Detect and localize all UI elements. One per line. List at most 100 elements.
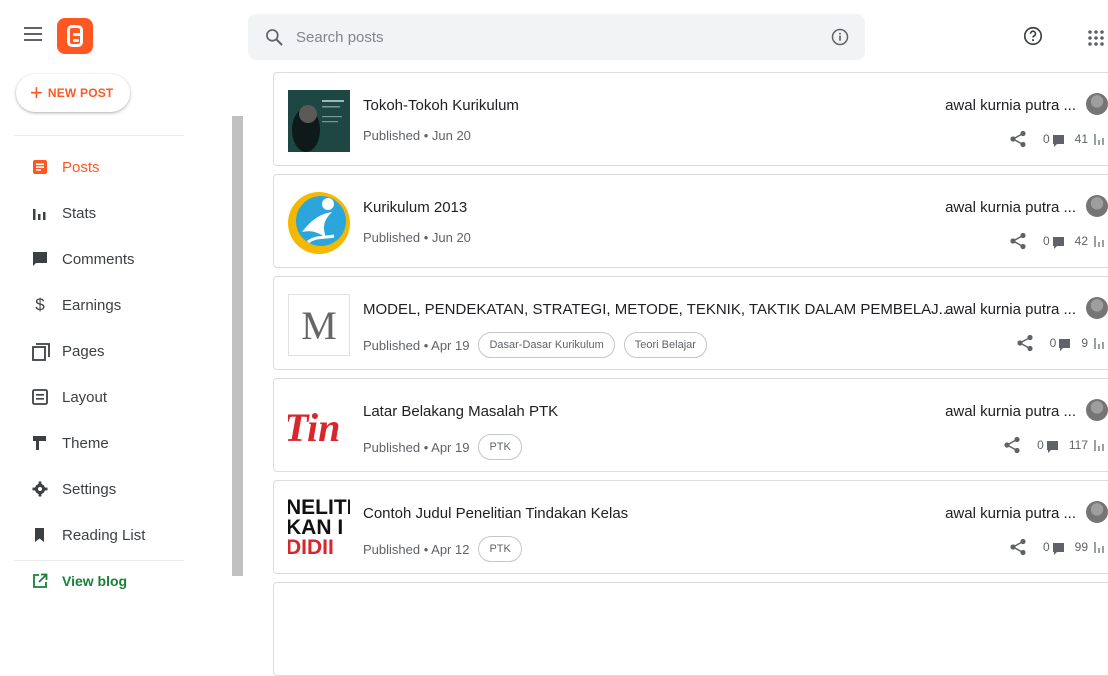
blogger-logo[interactable] [57, 18, 93, 54]
sidebar-item-label: Comments [62, 250, 135, 268]
post-status: Published • Apr 12 [363, 541, 470, 557]
post-status: Published • Jun 20 [363, 128, 471, 143]
comment-count: 0 [1042, 234, 1050, 248]
layout-icon [32, 389, 48, 405]
view-count: 9 [1081, 336, 1088, 350]
post-author: awal kurnia putra ... [945, 505, 1076, 522]
sidebar-item-layout[interactable]: Layout [0, 374, 230, 420]
sidebar-scrollbar[interactable] [232, 116, 243, 576]
comment-icon [1052, 236, 1064, 249]
sidebar-item-label: Settings [62, 480, 117, 498]
post-label-chip[interactable]: Teori Belajar [623, 332, 707, 358]
view-count: 41 [1074, 132, 1088, 146]
info-icon[interactable] [830, 27, 850, 47]
stats-icon [1094, 235, 1106, 247]
stats-icon [1094, 337, 1106, 349]
open-external-icon [33, 573, 48, 588]
thumbnail-line: NELITI [288, 498, 350, 519]
sidebar-item-reading-list[interactable]: Reading List [0, 512, 230, 558]
thumbnail-line: KAN I [288, 516, 344, 539]
post-title[interactable]: Kurikulum 2013 [363, 199, 467, 216]
apps-grid-icon[interactable] [1087, 29, 1105, 47]
stats-icon [1094, 541, 1106, 553]
post-thumbnail: NELITI KAN I DIDII [288, 498, 350, 560]
thumbnail-letter: M [301, 302, 337, 348]
avatar [1086, 297, 1108, 319]
sidebar-nav: Posts Stats Comments $ Earnings Pages La… [0, 144, 230, 558]
sidebar-item-pages[interactable]: Pages [0, 328, 230, 374]
post-stats: 0 42 [1009, 232, 1108, 250]
comment-count: 0 [1042, 132, 1050, 146]
comment-icon [1046, 440, 1058, 453]
search-bar [248, 14, 865, 60]
view-blog-label: View blog [62, 573, 128, 589]
sidebar-item-settings[interactable]: Settings [0, 466, 230, 512]
view-count: 99 [1074, 540, 1088, 554]
post-status: Published • Apr 19 [363, 439, 470, 455]
post-author: awal kurnia putra ... [945, 301, 1076, 318]
view-blog-link[interactable]: View blog [32, 573, 127, 589]
search-input[interactable] [296, 25, 796, 49]
post-row[interactable]: M MODEL, PENDEKATAN, STRATEGI, METODE, T… [273, 276, 1108, 370]
post-stats: 0 99 [1009, 538, 1108, 556]
share-icon[interactable] [1009, 232, 1027, 250]
thumbnail-line: DIDII [288, 536, 334, 559]
post-stats: 0 9 [1016, 334, 1108, 352]
new-post-label: NEW POST [47, 86, 114, 100]
post-author: awal kurnia putra ... [945, 199, 1076, 216]
share-icon[interactable] [1003, 436, 1021, 454]
post-row[interactable] [273, 582, 1108, 676]
search-icon[interactable] [264, 27, 284, 47]
sidebar-item-comments[interactable]: Comments [0, 236, 230, 282]
share-icon[interactable] [1016, 334, 1034, 352]
post-thumbnail [288, 192, 350, 254]
post-thumbnail: M [288, 294, 350, 356]
comment-count: 0 [1042, 540, 1050, 554]
stats-icon [1094, 133, 1106, 145]
avatar [1086, 399, 1108, 421]
sidebar-item-stats[interactable]: Stats [0, 190, 230, 236]
stats-icon [1094, 439, 1106, 451]
sidebar-item-posts[interactable]: Posts [0, 144, 230, 190]
post-title[interactable]: Contoh Judul Penelitian Tindakan Kelas [363, 505, 628, 522]
menu-icon[interactable] [24, 27, 42, 41]
sidebar-item-label: Theme [62, 434, 109, 452]
thumbnail-text: Tin [288, 404, 341, 450]
new-post-button[interactable]: + NEW POST [16, 74, 130, 112]
post-title[interactable]: Latar Belakang Masalah PTK [363, 403, 558, 420]
sidebar-item-label: Posts [62, 158, 100, 176]
paint-roller-icon [32, 435, 48, 451]
post-list: Tokoh-Tokoh Kurikulum Published • Jun 20… [273, 68, 1108, 676]
plus-icon: + [30, 80, 43, 105]
post-row[interactable]: Kurikulum 2013 Published • Jun 20 awal k… [273, 174, 1108, 268]
share-icon[interactable] [1009, 130, 1027, 148]
sidebar-item-label: Pages [62, 342, 105, 360]
help-icon[interactable] [1022, 25, 1044, 47]
post-thumbnail [288, 90, 350, 152]
sidebar: + NEW POST Posts Stats Comments $ Earnin… [0, 68, 243, 591]
post-author: awal kurnia putra ... [945, 403, 1076, 420]
post-label-chip[interactable]: Dasar-Dasar Kurikulum [478, 332, 615, 358]
post-label-chip[interactable]: PTK [478, 434, 522, 460]
avatar [1086, 501, 1108, 523]
sidebar-item-label: Reading List [62, 526, 146, 544]
post-title[interactable]: MODEL, PENDEKATAN, STRATEGI, METODE, TEK… [363, 301, 951, 318]
comment-icon [1052, 134, 1064, 147]
post-label-chip[interactable]: PTK [478, 536, 522, 562]
post-stats: 0 117 [1003, 436, 1108, 454]
post-row[interactable]: Tokoh-Tokoh Kurikulum Published • Jun 20… [273, 72, 1108, 166]
post-status: Published • Jun 20 [363, 230, 471, 245]
share-icon[interactable] [1009, 538, 1027, 556]
sidebar-item-theme[interactable]: Theme [0, 420, 230, 466]
post-thumbnail: Tin [288, 396, 350, 458]
bookmark-icon [32, 527, 48, 543]
post-row[interactable]: NELITI KAN I DIDII Contoh Judul Peneliti… [273, 480, 1108, 574]
sidebar-item-earnings[interactable]: $ Earnings [0, 282, 230, 328]
sidebar-item-label: Stats [62, 204, 97, 222]
post-row[interactable]: Tin Latar Belakang Masalah PTK Published… [273, 378, 1108, 472]
comment-count: 0 [1049, 336, 1057, 350]
posts-icon [32, 159, 48, 175]
comments-icon [32, 251, 48, 267]
sidebar-divider [14, 560, 184, 561]
post-title[interactable]: Tokoh-Tokoh Kurikulum [363, 97, 519, 114]
